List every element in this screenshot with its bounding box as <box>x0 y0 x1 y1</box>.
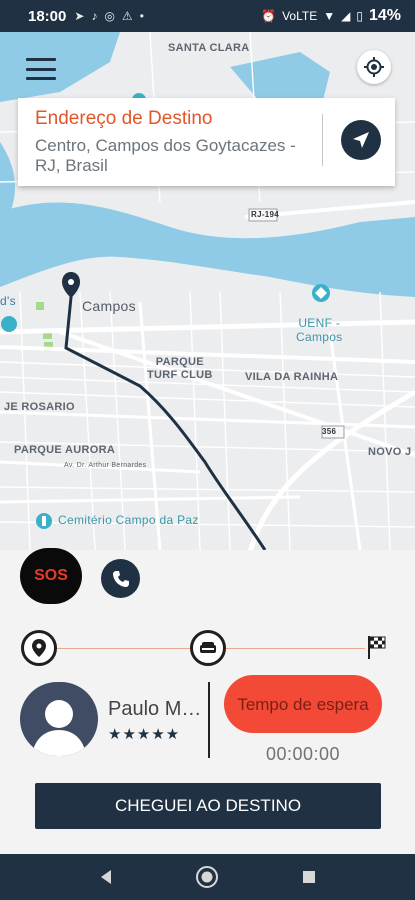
wifi-icon: ▼ <box>323 9 336 23</box>
notification-icons: ➤ ♪ ◎ ⚠ • <box>74 9 144 23</box>
destination-card[interactable]: Endereço de Destino Centro, Campos dos G… <box>18 98 395 186</box>
destination-address: Centro, Campos dos Goytacazes - RJ, Bras… <box>35 136 296 175</box>
car-icon <box>200 642 216 653</box>
dot-icon: • <box>139 9 144 23</box>
network-label: VoLTE <box>282 9 318 23</box>
destination-divider <box>322 114 323 166</box>
sync-icon: ➤ <box>74 9 85 23</box>
map-label-ds: d's <box>0 294 16 308</box>
map-label-parque-turf: PARQUE TURF CLUB <box>147 356 213 381</box>
back-button[interactable] <box>86 857 126 897</box>
map-label-uenf: UENF - Campos <box>296 316 343 344</box>
driver-divider <box>208 682 210 758</box>
battery-icon: ▯ <box>356 9 363 23</box>
wait-timer: 00:00:00 <box>265 744 341 764</box>
system-navigation-bar <box>0 854 415 900</box>
map-label-santa-clara: SANTA CLARA <box>168 42 250 54</box>
signal-icon: ◢ <box>341 9 351 23</box>
wait-time-button[interactable]: Tempo de espera <box>224 675 382 733</box>
status-bar: 18:00 ➤ ♪ ◎ ⚠ • ⏰ VoLTE ▼ ◢ ▯ 14% <box>0 0 415 32</box>
phone-icon <box>112 570 129 587</box>
home-button[interactable] <box>187 857 227 897</box>
map-label-rosario: JE ROSARIO <box>4 401 75 413</box>
sos-button[interactable]: SOS <box>20 548 82 604</box>
crosshair-icon <box>364 57 384 77</box>
map-label-rj194: RJ-194 <box>251 210 280 219</box>
car-node <box>190 630 226 666</box>
tiktok-icon: ♪ <box>91 9 98 23</box>
navigation-arrow-icon <box>353 132 369 148</box>
recents-square-icon <box>303 871 316 883</box>
arrived-destination-button[interactable]: CHEGUEI AO DESTINO <box>35 783 381 829</box>
map-label-novo-j: NOVO J <box>368 446 412 458</box>
status-time: 18:00 <box>28 7 67 25</box>
destination-title: Endereço de Destino <box>35 108 213 129</box>
menu-icon-bar <box>26 67 56 71</box>
pickup-node <box>21 630 57 666</box>
menu-icon-bar <box>26 58 56 61</box>
map-label-cemiterio: Cemitério Campo da Paz <box>58 513 199 527</box>
cemetery-marker <box>36 513 52 529</box>
map-label-av-arthur: Av. Dr. Arthur Bernardes <box>64 462 147 469</box>
alarm-icon: ⏰ <box>261 9 277 23</box>
back-triangle-icon <box>100 870 111 884</box>
route-start-pin <box>62 272 80 298</box>
map-label-campos: Campos <box>82 298 136 314</box>
map-label-356: 356 <box>322 427 337 436</box>
my-location-button[interactable] <box>357 50 391 84</box>
university-marker <box>312 284 330 302</box>
system-icons: ⏰ VoLTE ▼ ◢ ▯ 14% <box>261 7 401 25</box>
battery-percent: 14% <box>368 7 401 24</box>
checkered-flag-icon <box>365 634 387 665</box>
driver-avatar <box>20 682 98 756</box>
navigate-button[interactable] <box>341 120 381 160</box>
map-label-vila-rainha: VILA DA RAINHA <box>245 371 339 383</box>
map-label-parque-aurora: PARQUE AURORA <box>14 444 116 456</box>
menu-button[interactable] <box>26 58 56 80</box>
call-button[interactable] <box>101 559 140 598</box>
menu-icon-bar <box>26 77 56 80</box>
map-pin-icon <box>32 639 46 657</box>
home-circle-icon <box>196 866 219 888</box>
warning-icon: ⚠ <box>121 9 133 23</box>
recents-button[interactable] <box>289 857 329 897</box>
driver-name: Paulo Ma... <box>108 698 206 720</box>
voicemail-icon: ◎ <box>104 9 115 23</box>
transit-marker <box>1 316 17 332</box>
driver-rating: ★★★★★ <box>108 726 181 743</box>
user-silhouette-icon <box>32 700 86 756</box>
